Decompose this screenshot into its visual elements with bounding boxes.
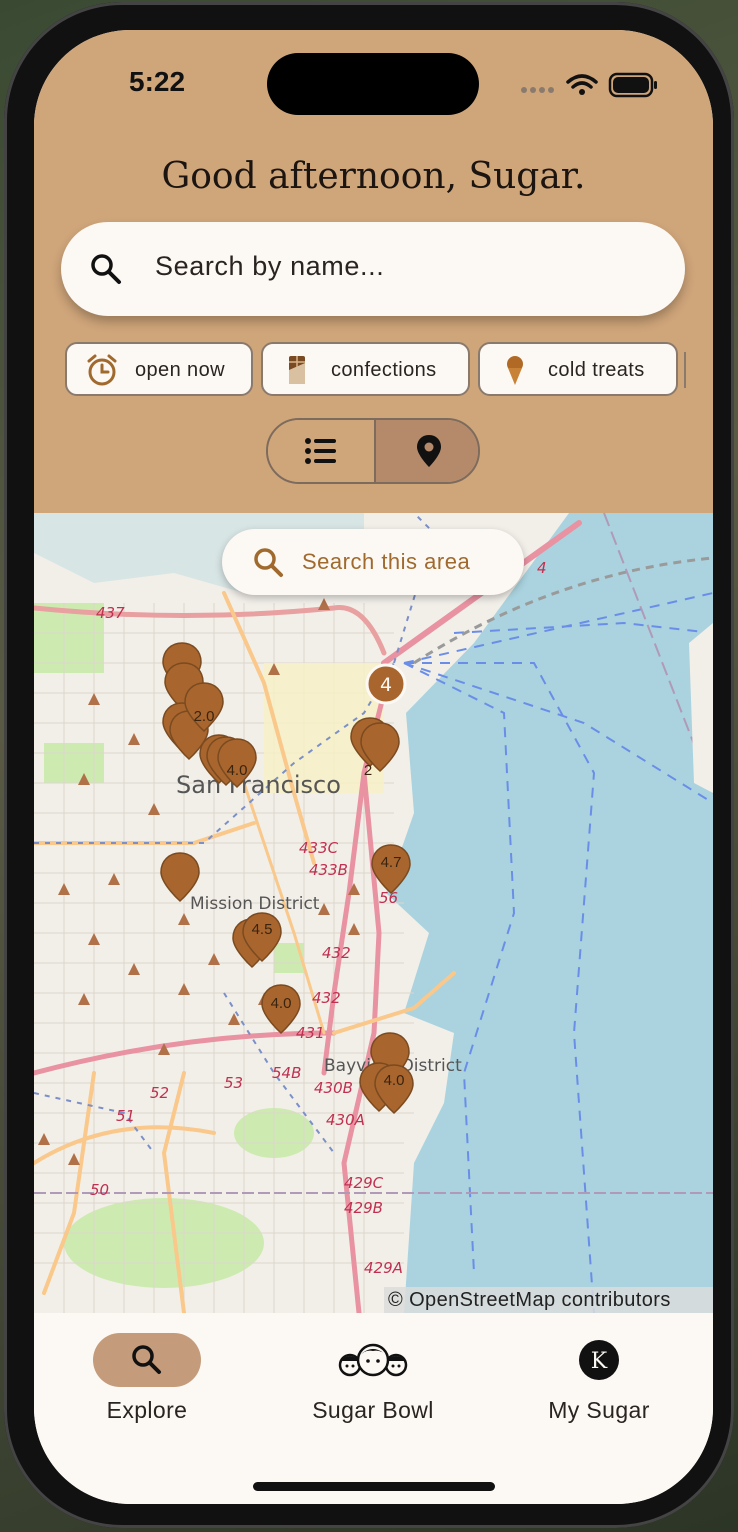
view-toggle — [266, 418, 480, 484]
map-label: 50 — [90, 1181, 109, 1199]
map-view[interactable]: 437 433C 433B 56 432 432 431 54B 430B 43… — [34, 513, 713, 1313]
search-this-area-label: Search this area — [302, 549, 471, 574]
district-label: Mission District — [190, 894, 320, 914]
map-label: 433C — [299, 839, 339, 857]
avatar-k-icon: K — [579, 1340, 619, 1380]
city-label: San Francisco — [176, 771, 341, 799]
map-label: 432 — [312, 989, 341, 1007]
bottom-navigation: Explore Sugar Bowl K My Sugar — [34, 1313, 713, 1504]
chip-label: open now — [135, 359, 225, 381]
map-label: 4 — [537, 559, 547, 577]
pin-rating: 4.7 — [381, 854, 402, 871]
pin-rating: 2.0 — [194, 708, 215, 725]
group-faces-icon — [338, 1343, 408, 1377]
nav-label: My Sugar — [548, 1397, 650, 1423]
map-label: 54B — [272, 1064, 301, 1082]
map-tiles: 437 433C 433B 56 432 432 431 54B 430B 43… — [34, 513, 713, 1313]
pin-rating: 4.0 — [271, 995, 292, 1012]
pin-rating: 2 — [364, 762, 372, 779]
map-label: 431 — [296, 1024, 325, 1042]
map-label: 433B — [309, 861, 348, 879]
chip-open-now[interactable]: open now — [65, 342, 253, 396]
signal-icon — [521, 87, 554, 93]
nav-sugar-bowl[interactable]: Sugar Bowl — [260, 1313, 486, 1433]
search-placeholder: Search by name... — [155, 251, 385, 281]
location-pin-icon — [417, 435, 441, 467]
ice-cream-icon — [507, 356, 523, 385]
map-label: 430B — [314, 1079, 353, 1097]
search-icon — [132, 1345, 161, 1374]
pin-rating: 4.0 — [384, 1072, 405, 1089]
pin-rating: 4.5 — [252, 921, 273, 938]
battery-icon — [608, 72, 657, 98]
map-attribution[interactable]: © OpenStreetMap contributors — [384, 1287, 713, 1313]
nav-my-sugar[interactable]: K My Sugar — [486, 1313, 712, 1433]
home-indicator — [253, 1482, 495, 1491]
phone-frame: 5:22 Good afternoon, Sugar. Search by na… — [4, 2, 734, 1528]
map-label: 432 — [322, 944, 351, 962]
map-label: 53 — [224, 1074, 243, 1092]
chocolate-bar-icon — [289, 356, 305, 384]
chip-confections[interactable]: confections — [261, 342, 470, 396]
alarm-clock-icon — [87, 354, 117, 386]
svg-text:K: K — [591, 1349, 608, 1374]
pin-rating: 4.0 — [227, 762, 248, 779]
nav-label: Sugar Bowl — [312, 1397, 434, 1423]
explore-header: 5:22 Good afternoon, Sugar. Search by na… — [34, 30, 713, 513]
list-icon — [305, 438, 336, 464]
map-label: 430A — [326, 1111, 365, 1129]
search-this-area-button[interactable]: Search this area — [222, 529, 524, 595]
map-label: 51 — [116, 1107, 135, 1125]
name-search-bar[interactable]: Search by name... — [61, 222, 685, 316]
wifi-icon — [566, 74, 598, 95]
map-label: 429B — [344, 1199, 383, 1217]
map-label: 437 — [96, 604, 125, 622]
chip-overflow-edge — [684, 352, 686, 388]
map-label: 52 — [150, 1084, 169, 1102]
chip-cold-treats[interactable]: cold treats — [478, 342, 678, 396]
dynamic-island — [267, 53, 479, 115]
search-icon — [91, 254, 121, 284]
app-screen: 5:22 Good afternoon, Sugar. Search by na… — [34, 30, 713, 1504]
chip-label: cold treats — [548, 359, 645, 381]
search-icon — [254, 548, 283, 577]
chip-label: confections — [331, 359, 437, 381]
cluster-count: 4 — [380, 674, 392, 696]
map-label: 429A — [364, 1259, 403, 1277]
list-view-button[interactable] — [268, 420, 374, 482]
status-time: 5:22 — [129, 66, 186, 97]
status-icons — [520, 70, 660, 100]
nav-label: Explore — [106, 1397, 188, 1423]
pin-cluster[interactable]: 4 — [365, 663, 407, 705]
nav-explore[interactable]: Explore — [34, 1313, 260, 1433]
map-label: 429C — [344, 1174, 384, 1192]
map-view-button[interactable] — [374, 420, 478, 482]
greeting-title: Good afternoon, Sugar. — [161, 156, 586, 197]
